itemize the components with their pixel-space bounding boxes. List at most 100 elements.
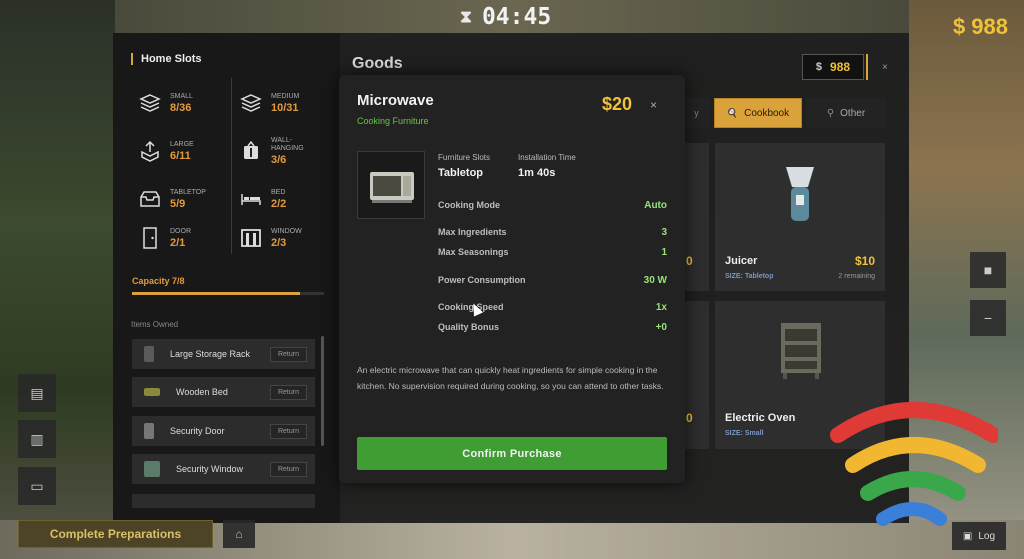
- modal-title: Microwave: [357, 92, 434, 109]
- confirm-purchase-button[interactable]: Confirm Purchase: [357, 437, 667, 470]
- stat-value: Auto: [644, 200, 667, 211]
- cookbook-icon: 🍳: [726, 107, 739, 118]
- slot-value: 5/9: [170, 197, 186, 210]
- microwave-thumbnail: [357, 151, 425, 219]
- close-modal-button[interactable]: ×: [650, 98, 657, 112]
- stat-value: 3: [661, 227, 667, 238]
- owned-item[interactable]: Security Door Return: [132, 416, 315, 446]
- modal-description: An electric microwave that can quickly h…: [357, 365, 664, 391]
- close-shop-button[interactable]: ×: [882, 62, 888, 73]
- capacity-label: Capacity 7/8: [132, 276, 185, 286]
- modal-subtitle: Cooking Furniture: [357, 116, 429, 126]
- window-icon: [239, 226, 263, 250]
- stat-key: Cooking Mode: [438, 200, 500, 210]
- installation-time-label: Installation Time: [518, 153, 576, 162]
- map-icon: ▥: [30, 430, 44, 447]
- electric-oven-image: [781, 323, 821, 379]
- bed-item-icon: [144, 388, 160, 396]
- furniture-slots-value: Tabletop: [438, 167, 484, 179]
- camera-button[interactable]: ■: [970, 252, 1006, 288]
- bed-icon: [239, 187, 263, 211]
- slot-tabletop: TABLETOP 5/9: [138, 177, 228, 221]
- door-item-icon: [144, 423, 154, 439]
- stat-value: 30 W: [643, 275, 667, 286]
- slot-value: 10/31: [271, 101, 299, 114]
- owned-item-name: Security Door: [170, 426, 225, 436]
- tab-partial[interactable]: y: [684, 98, 709, 128]
- watermark-logo: [830, 402, 998, 526]
- slot-label: LARGE: [170, 140, 194, 148]
- stat-key: Quality Bonus: [438, 322, 500, 332]
- clipboard-button[interactable]: ▤: [18, 374, 56, 412]
- door-icon: [138, 226, 162, 250]
- slot-value: 8/36: [170, 101, 192, 114]
- return-button[interactable]: Return: [269, 461, 307, 477]
- stat-row: Max Ingredients 3: [438, 227, 667, 238]
- stat-row: Max Seasonings 1: [438, 247, 667, 258]
- slot-door: DOOR 2/1: [138, 216, 228, 260]
- slot-label: DOOR: [170, 227, 191, 235]
- slot-label: TABLETOP: [170, 188, 206, 196]
- tab-label: Cookbook: [744, 107, 790, 119]
- capacity-bar: [132, 292, 324, 295]
- capacity-fill: [132, 292, 300, 295]
- tab-other[interactable]: ⚲ Other: [806, 98, 886, 128]
- stack-layers-icon: [138, 91, 162, 115]
- home-button[interactable]: ⌂: [223, 520, 255, 548]
- slot-label: WINDOW: [271, 227, 302, 235]
- goods-title: Goods: [352, 55, 403, 72]
- home-icon: ⌂: [235, 527, 243, 541]
- stack-layers-icon: [239, 91, 263, 115]
- stat-key: Power Consumption: [438, 275, 526, 285]
- zoom-out-button[interactable]: −: [970, 300, 1006, 336]
- large-box-icon: [138, 139, 162, 163]
- slot-wall-hanging: WALL- HANGING 3/6: [239, 129, 329, 173]
- owned-item-name: Security Window: [176, 464, 244, 474]
- return-button[interactable]: Return: [269, 423, 307, 439]
- items-owned-label: Items Owned: [131, 320, 179, 329]
- shop-button[interactable]: ▭: [18, 467, 56, 505]
- furniture-slots-label: Furniture Slots: [438, 153, 491, 162]
- accent-bar: [866, 54, 868, 80]
- stat-key: Max Seasonings: [438, 247, 509, 257]
- slot-value: 2/2: [271, 197, 287, 210]
- stat-row: Quality Bonus +0: [438, 322, 667, 333]
- money-value: 988: [830, 60, 851, 74]
- slot-value: 2/1: [170, 236, 186, 249]
- slot-label: MEDIUM: [271, 92, 300, 100]
- partial-price-overlay: 0: [686, 411, 693, 425]
- installation-time-value: 1m 40s: [518, 167, 556, 179]
- stat-row: Power Consumption 30 W: [438, 275, 667, 286]
- slot-label: WALL- HANGING: [271, 136, 304, 152]
- stat-row: Cooking Mode Auto: [438, 200, 667, 211]
- map-button[interactable]: ▥: [18, 420, 56, 458]
- card-name: Juicer: [725, 255, 758, 267]
- return-button[interactable]: Return: [269, 346, 307, 362]
- microwave-image: [370, 172, 414, 203]
- clipboard-icon: ▤: [30, 384, 44, 401]
- slot-value: 3/6: [271, 153, 287, 166]
- tab-cookbook[interactable]: 🍳 Cookbook: [714, 98, 802, 128]
- card-size: SIZE: Small: [725, 430, 764, 437]
- camera-icon: ■: [983, 262, 993, 278]
- owned-item-partial: [132, 494, 315, 508]
- owned-item[interactable]: Large Storage Rack Return: [132, 339, 315, 369]
- partial-card: [684, 301, 709, 449]
- card-size: SIZE: Tabletop: [725, 273, 774, 280]
- minus-icon: −: [983, 310, 993, 326]
- tray-icon: [138, 187, 162, 211]
- slot-medium: MEDIUM 10/31: [239, 81, 329, 125]
- currency-symbol: $: [815, 61, 823, 73]
- slot-value: 6/11: [170, 149, 191, 162]
- item-card-juicer[interactable]: Juicer $10 SIZE: Tabletop 2 remaining: [715, 143, 885, 291]
- slot-label: BED: [271, 188, 286, 196]
- items-scrollbar[interactable]: [321, 336, 324, 446]
- modal-price: $20: [602, 94, 633, 114]
- briefcase-icon: ▭: [30, 477, 44, 494]
- hud-money: $ 988: [952, 14, 1008, 39]
- owned-item[interactable]: Wooden Bed Return: [132, 377, 315, 407]
- return-button[interactable]: Return: [269, 384, 307, 400]
- owned-item[interactable]: Security Window Return: [132, 454, 315, 484]
- slot-bed: BED 2/2: [239, 177, 329, 221]
- complete-preparations-button[interactable]: Complete Preparations: [18, 520, 213, 548]
